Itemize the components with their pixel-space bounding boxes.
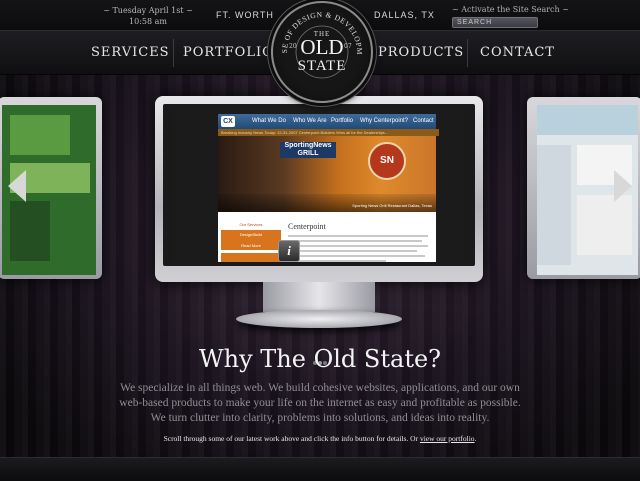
featured-nav-item: Portfolio <box>331 118 354 124</box>
featured-hero-image: SportingNews GRILL SN Sporting News Gril… <box>218 136 436 212</box>
hero-badge: SN <box>368 142 406 180</box>
sidebar-title: Our Services <box>239 222 263 227</box>
intro-line: We specialize in all things web. We buil… <box>120 382 520 394</box>
hero-caption: Sporting News Grill Restaurant Dallas, T… <box>352 203 432 208</box>
time-line: 10:58 am <box>129 17 167 26</box>
intro-line: We turn clutter into clarity, problems i… <box>150 412 490 424</box>
nav-divider <box>173 39 174 67</box>
instruction-note: Scroll through some of our latest work a… <box>0 434 640 443</box>
featured-main-title: Centerpoint <box>288 222 326 231</box>
info-button[interactable]: i <box>278 240 300 262</box>
featured-site-logo: CX <box>221 116 235 127</box>
monitor-bezel: CX What We Do Who We Are Portfolio Why C… <box>163 104 475 266</box>
city-dallas: DALLAS, TX <box>374 10 435 20</box>
monitor-stand-base <box>236 310 402 328</box>
intro-paragraph: We specialize in all things web. We buil… <box>100 381 540 426</box>
instruction-end: . <box>474 434 477 443</box>
preview-block <box>537 145 571 265</box>
search-input[interactable] <box>452 17 538 28</box>
featured-nav-item: Who We Are <box>293 118 327 124</box>
intro-line: web-based products to make your life on … <box>119 397 521 409</box>
date-line: ~ Tuesday April 1st ~ <box>103 6 193 15</box>
hero-sign: SportingNews GRILL <box>280 142 336 158</box>
preview-block <box>10 201 50 261</box>
search-label: ~ Activate the Site Search ~ <box>452 5 569 14</box>
sidebar-box-link: Read More <box>241 243 261 248</box>
featured-site-sidebar: Our Services Design/Build Read More <box>221 222 281 262</box>
sidebar-box <box>221 253 281 262</box>
featured-body-text <box>288 235 428 262</box>
logo-state: STATE <box>297 58 347 74</box>
instruction-text: Scroll through some of our latest work a… <box>163 434 420 443</box>
footer-bar <box>0 457 640 481</box>
preview-block <box>577 195 632 255</box>
next-arrow-icon[interactable] <box>614 170 632 202</box>
featured-website-screenshot: CX What We Do Who We Are Portfolio Why C… <box>218 114 439 262</box>
nav-divider <box>467 39 468 67</box>
featured-site-nav: CX What We Do Who We Are Portfolio Why C… <box>218 114 436 129</box>
preview-block <box>10 115 70 155</box>
logo-old: OLD <box>300 35 344 59</box>
monitor-screen: CX What We Do Who We Are Portfolio Why C… <box>173 108 465 262</box>
date-display: ~ Tuesday April 1st ~ 10:58 am <box>103 5 193 27</box>
view-portfolio-link[interactable]: view our portfolio <box>420 434 475 443</box>
nav-services[interactable]: SERVICES <box>91 45 170 60</box>
monitor-stand-neck <box>263 282 375 312</box>
nav-portfolio[interactable]: PORTFOLIO <box>183 45 274 60</box>
sidebar-box-title: Design/Build <box>239 232 263 237</box>
page-headline: Why The Old State? <box>198 345 442 373</box>
logo-year-left: 20 <box>289 43 297 50</box>
city-fort-worth: FT. WORTH <box>216 10 274 20</box>
featured-nav-item: What We Do <box>252 118 286 124</box>
featured-site-main: Centerpoint <box>288 222 428 262</box>
monitor-frame: CX What We Do Who We Are Portfolio Why C… <box>155 96 483 365</box>
old-state-logo[interactable]: HOUSE OF DESIGN & DEVELOPMENT THE OLD ST… <box>271 1 373 103</box>
featured-news-ticker: Breaking Industry News Today: 12-31-2007… <box>218 129 439 136</box>
previous-arrow-icon[interactable] <box>8 170 26 202</box>
sidebar-box: Design/Build Read More <box>221 230 281 250</box>
preview-block <box>537 105 638 135</box>
nav-products[interactable]: PRODUCTS <box>378 45 464 60</box>
site-search: ~ Activate the Site Search ~ <box>452 4 569 28</box>
featured-nav-item: Contact <box>413 118 434 124</box>
featured-nav-item: Why Centerpoint? <box>360 118 409 124</box>
logo-year-right: 07 <box>344 43 352 50</box>
nav-contact[interactable]: CONTACT <box>480 45 555 60</box>
